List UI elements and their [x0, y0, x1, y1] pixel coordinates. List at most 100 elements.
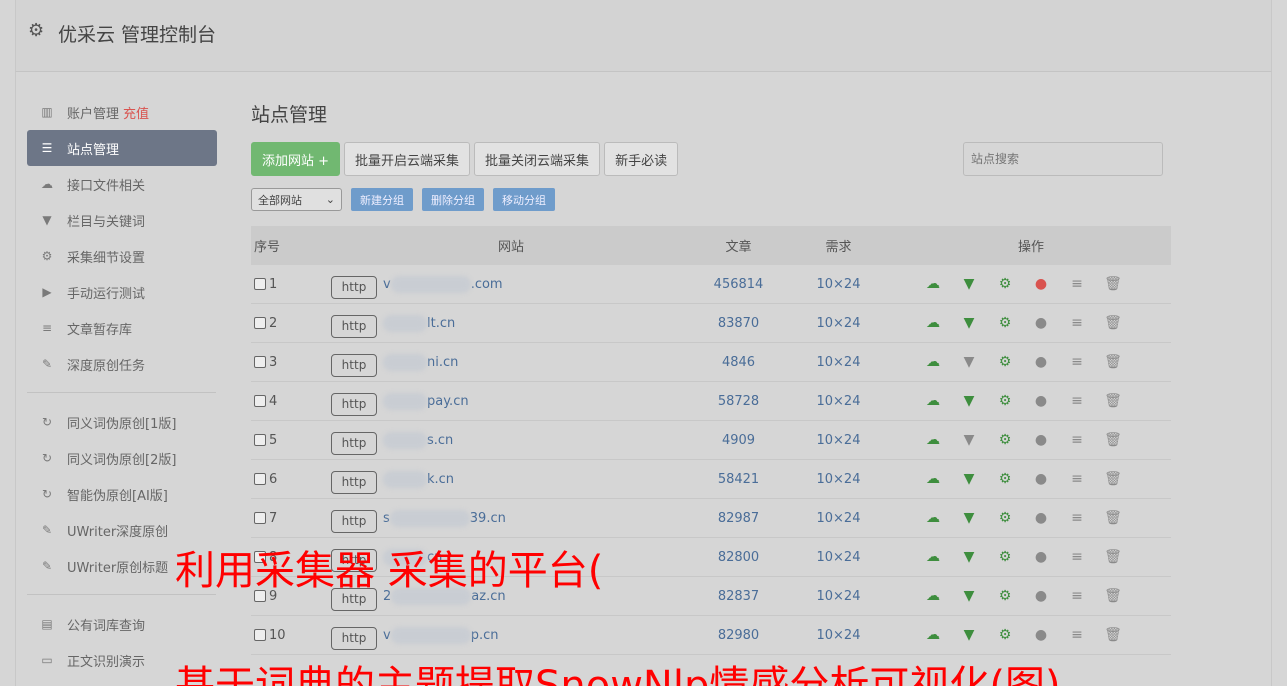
requirement-value[interactable]: 10×24 — [786, 433, 891, 448]
article-count[interactable]: 4846 — [691, 355, 786, 370]
protocol-badge[interactable]: http — [331, 470, 377, 494]
play-circle-icon[interactable]: ● — [1023, 471, 1059, 487]
database-icon[interactable]: ≡ — [1059, 315, 1095, 331]
filter-icon[interactable]: ▼ — [951, 315, 987, 331]
cloud-upload-icon[interactable]: ☁ — [915, 627, 951, 643]
trash-icon[interactable]: 🗑 — [1095, 315, 1131, 331]
play-circle-icon[interactable]: ● — [1023, 276, 1059, 292]
batch-enable-cloud-button[interactable]: 批量开启云端采集 — [344, 142, 471, 176]
article-count[interactable]: 83870 — [691, 316, 786, 331]
sidebar-item-columns-keywords[interactable]: ▼ 栏目与关键词 — [27, 202, 217, 238]
row-checkbox[interactable] — [254, 512, 266, 524]
row-checkbox[interactable] — [254, 356, 266, 368]
protocol-badge[interactable]: http — [331, 509, 377, 533]
play-circle-icon[interactable]: ● — [1023, 315, 1059, 331]
site-domain-link[interactable]: v .com — [383, 275, 503, 293]
gears-icon[interactable]: ⚙ — [987, 393, 1023, 409]
trash-icon[interactable]: 🗑 — [1095, 354, 1131, 370]
sidebar-item-collect-settings[interactable]: ⚙ 采集细节设置 — [27, 238, 217, 274]
requirement-value[interactable]: 10×24 — [786, 472, 891, 487]
filter-icon[interactable]: ▼ — [951, 627, 987, 643]
cloud-upload-icon[interactable]: ☁ — [915, 510, 951, 526]
gears-icon[interactable]: ⚙ — [987, 354, 1023, 370]
filter-icon[interactable]: ▼ — [951, 471, 987, 487]
cloud-upload-icon[interactable]: ☁ — [915, 549, 951, 565]
requirement-value[interactable]: 10×24 — [786, 550, 891, 565]
sidebar-item-deep-original[interactable]: ✎ 深度原创任务 — [27, 346, 217, 382]
requirement-value[interactable]: 10×24 — [786, 355, 891, 370]
sidebar-item-article-store[interactable]: ≡ 文章暂存库 — [27, 310, 217, 346]
site-domain-link[interactable]: lt.cn — [383, 314, 455, 332]
play-circle-icon[interactable]: ● — [1023, 588, 1059, 604]
recharge-link[interactable]: 充值 — [123, 103, 149, 122]
delete-group-button[interactable]: 删除分组 — [422, 188, 484, 211]
gears-icon[interactable]: ⚙ — [987, 471, 1023, 487]
database-icon[interactable]: ≡ — [1059, 549, 1095, 565]
protocol-badge[interactable]: http — [331, 353, 377, 377]
database-icon[interactable]: ≡ — [1059, 393, 1095, 409]
trash-icon[interactable]: 🗑 — [1095, 432, 1131, 448]
trash-icon[interactable]: 🗑 — [1095, 471, 1131, 487]
article-count[interactable]: 82837 — [691, 589, 786, 604]
database-icon[interactable]: ≡ — [1059, 588, 1095, 604]
trash-icon[interactable]: 🗑 — [1095, 510, 1131, 526]
trash-icon[interactable]: 🗑 — [1095, 588, 1131, 604]
gears-icon[interactable]: ⚙ — [987, 432, 1023, 448]
cloud-upload-icon[interactable]: ☁ — [915, 393, 951, 409]
batch-disable-cloud-button[interactable]: 批量关闭云端采集 — [474, 142, 601, 176]
sidebar-item-synonym-v1[interactable]: ↻ 同义词伪原创[1版] — [27, 404, 217, 440]
row-checkbox[interactable] — [254, 629, 266, 641]
filter-icon[interactable]: ▼ — [951, 276, 987, 292]
database-icon[interactable]: ≡ — [1059, 627, 1095, 643]
site-domain-link[interactable]: k.cn — [383, 470, 454, 488]
sidebar-item-interface-files[interactable]: ☁ 接口文件相关 — [27, 166, 217, 202]
gears-icon[interactable]: ⚙ — [987, 276, 1023, 292]
sidebar-item-public-lexicon[interactable]: ▤ 公有词库查询 — [27, 606, 217, 642]
filter-icon[interactable]: ▼ — [951, 549, 987, 565]
play-circle-icon[interactable]: ● — [1023, 432, 1059, 448]
cloud-upload-icon[interactable]: ☁ — [915, 354, 951, 370]
site-domain-link[interactable]: pay.cn — [383, 392, 469, 410]
protocol-badge[interactable]: http — [331, 275, 377, 299]
trash-icon[interactable]: 🗑 — [1095, 549, 1131, 565]
article-count[interactable]: 58728 — [691, 394, 786, 409]
play-circle-icon[interactable]: ● — [1023, 393, 1059, 409]
protocol-badge[interactable]: http — [331, 626, 377, 650]
protocol-badge[interactable]: http — [331, 314, 377, 338]
protocol-badge[interactable]: http — [331, 431, 377, 455]
cloud-upload-icon[interactable]: ☁ — [915, 315, 951, 331]
article-count[interactable]: 82800 — [691, 550, 786, 565]
filter-icon[interactable]: ▼ — [951, 510, 987, 526]
site-domain-link[interactable]: s.cn — [383, 431, 453, 449]
play-circle-icon[interactable]: ● — [1023, 627, 1059, 643]
database-icon[interactable]: ≡ — [1059, 432, 1095, 448]
trash-icon[interactable]: 🗑 — [1095, 276, 1131, 292]
cloud-upload-icon[interactable]: ☁ — [915, 276, 951, 292]
row-checkbox[interactable] — [254, 434, 266, 446]
sidebar-item-sites[interactable]: ☰ 站点管理 — [27, 130, 217, 166]
site-search-input[interactable] — [963, 142, 1163, 176]
site-domain-link[interactable]: ni.cn — [383, 353, 458, 371]
site-domain-link[interactable]: v p.cn — [383, 626, 498, 644]
database-icon[interactable]: ≡ — [1059, 471, 1095, 487]
cloud-upload-icon[interactable]: ☁ — [915, 432, 951, 448]
requirement-value[interactable]: 10×24 — [786, 277, 891, 292]
play-circle-icon[interactable]: ● — [1023, 549, 1059, 565]
database-icon[interactable]: ≡ — [1059, 510, 1095, 526]
filter-icon[interactable]: ▼ — [951, 393, 987, 409]
group-select[interactable]: 全部网站 ⌄ — [251, 188, 342, 211]
article-count[interactable]: 58421 — [691, 472, 786, 487]
sidebar-item-manual-test[interactable]: ▶ 手动运行测试 — [27, 274, 217, 310]
trash-icon[interactable]: 🗑 — [1095, 627, 1131, 643]
gears-icon[interactable]: ⚙ — [987, 549, 1023, 565]
add-site-button[interactable]: 添加网站 + — [251, 142, 341, 176]
sidebar-item-account[interactable]: ▥ 账户管理 充值 — [27, 94, 217, 130]
database-icon[interactable]: ≡ — [1059, 276, 1095, 292]
beginner-guide-button[interactable]: 新手必读 — [604, 142, 679, 176]
cloud-upload-icon[interactable]: ☁ — [915, 471, 951, 487]
row-checkbox[interactable] — [254, 395, 266, 407]
filter-icon[interactable]: ▼ — [951, 354, 987, 370]
filter-icon[interactable]: ▼ — [951, 588, 987, 604]
article-count[interactable]: 456814 — [691, 277, 786, 292]
requirement-value[interactable]: 10×24 — [786, 628, 891, 643]
